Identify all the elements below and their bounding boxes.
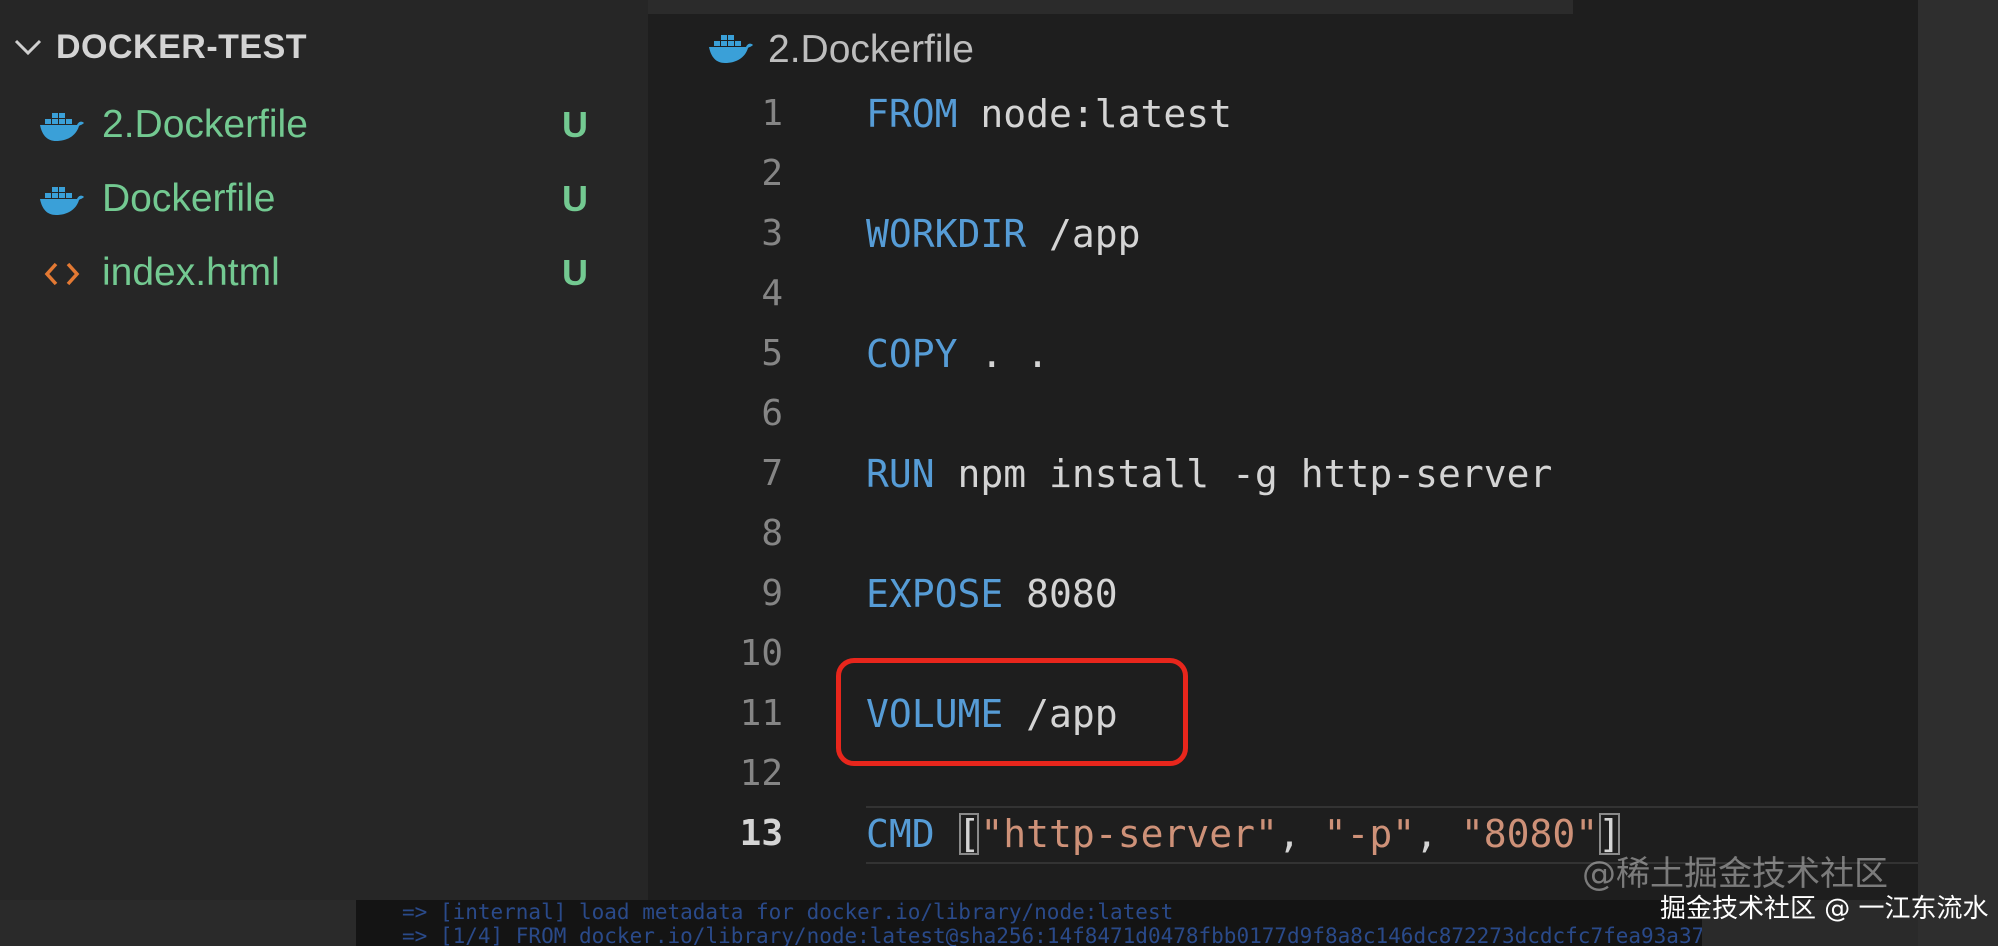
file-list: 2.Dockerfile U Dockerfile U index.html U xyxy=(0,88,640,310)
line-number: 2 xyxy=(761,153,783,194)
file-name: index.html xyxy=(102,251,280,294)
line-content: WORKDIR /app xyxy=(866,204,1141,264)
line-number: 7 xyxy=(761,453,783,494)
line-content: FROM node:latest xyxy=(866,84,1232,144)
untracked-badge: U xyxy=(562,252,588,293)
code-line[interactable]: 4 xyxy=(648,264,1918,324)
untracked-badge: U xyxy=(562,104,588,145)
file-name: 2.Dockerfile xyxy=(102,103,308,146)
terminal-line: => [internal] load metadata for docker.i… xyxy=(402,900,1174,924)
keyword: EXPOSE xyxy=(866,572,1004,616)
line-number: 3 xyxy=(761,213,783,254)
argument: 8080 xyxy=(1003,572,1118,616)
line-number: 13 xyxy=(739,813,783,854)
code-line[interactable]: 1 FROM node:latest xyxy=(648,84,1918,144)
docker-icon xyxy=(38,106,86,146)
code-line[interactable]: 3 WORKDIR /app xyxy=(648,204,1918,264)
breadcrumb-file-name: 2.Dockerfile xyxy=(768,28,974,71)
line-content: RUN npm install -g http-server xyxy=(866,444,1552,504)
code-line[interactable]: 2 xyxy=(648,144,1918,204)
watermark-credit: 掘金技术社区 @ 一江东流水 xyxy=(1660,894,1989,924)
separator: , xyxy=(1415,812,1461,856)
code-line[interactable]: 6 xyxy=(648,384,1918,444)
separator: , xyxy=(1277,812,1324,856)
untracked-badge: U xyxy=(562,178,588,219)
argument: node:latest xyxy=(957,92,1233,136)
code-line[interactable]: 8 xyxy=(648,504,1918,564)
explorer-sidebar: DOCKER-TEST 2.Dockerfile U Dockerfile U … xyxy=(0,0,648,900)
line-number: 12 xyxy=(739,753,783,794)
line-number: 8 xyxy=(761,513,783,554)
string: "-p" xyxy=(1323,812,1416,856)
line-content: COPY . . xyxy=(866,324,1049,384)
line-number: 10 xyxy=(739,633,783,674)
code-line[interactable]: 5 COPY . . xyxy=(648,324,1918,384)
keyword: FROM xyxy=(866,92,958,136)
keyword: CMD xyxy=(866,812,935,856)
line-content: EXPOSE 8080 xyxy=(866,564,1118,624)
right-edge-panel xyxy=(1918,0,1998,946)
keyword: WORKDIR xyxy=(866,212,1027,256)
keyword: COPY xyxy=(866,332,958,376)
tab-bar-strip xyxy=(648,0,1573,14)
breadcrumb[interactable]: 2.Dockerfile xyxy=(708,20,974,80)
keyword: RUN xyxy=(866,452,935,496)
line-number: 6 xyxy=(761,393,783,434)
terminal-line: => [1/4] FROM docker.io/library/node:lat… xyxy=(402,924,1702,946)
docker-icon xyxy=(38,180,86,220)
argument: npm install -g http-server xyxy=(934,452,1553,496)
line-number: 4 xyxy=(761,273,783,314)
argument: . . xyxy=(957,332,1050,376)
string: "http-server" xyxy=(980,812,1278,856)
explorer-section-header[interactable]: DOCKER-TEST xyxy=(0,22,640,72)
docker-icon xyxy=(708,31,754,69)
matching-bracket-open: [ xyxy=(957,812,981,856)
code-editor[interactable]: 2.Dockerfile 1 FROM node:latest 2 3 WORK… xyxy=(648,0,1918,900)
file-item-2-dockerfile[interactable]: 2.Dockerfile U xyxy=(0,88,640,162)
file-name: Dockerfile xyxy=(102,177,276,220)
explorer-title: DOCKER-TEST xyxy=(56,27,308,66)
string: "8080" xyxy=(1460,812,1599,856)
code-line[interactable]: 7 RUN npm install -g http-server xyxy=(648,444,1918,504)
html-code-icon xyxy=(38,254,86,294)
terminal-panel[interactable]: => [internal] load metadata for docker.i… xyxy=(356,900,1702,946)
line-number: 5 xyxy=(761,333,783,374)
line-number: 11 xyxy=(739,693,783,734)
chevron-down-icon[interactable] xyxy=(0,22,56,72)
argument: /app xyxy=(1026,212,1141,256)
file-item-index-html[interactable]: index.html U xyxy=(0,236,640,310)
line-content: CMD ["http-server", "-p", "8080"] xyxy=(866,804,1621,864)
volume-highlight-annotation xyxy=(836,658,1188,766)
file-item-dockerfile[interactable]: Dockerfile U xyxy=(0,162,640,236)
line-number: 9 xyxy=(761,573,783,614)
code-line[interactable]: 9 EXPOSE 8080 xyxy=(648,564,1918,624)
line-number: 1 xyxy=(761,93,783,134)
